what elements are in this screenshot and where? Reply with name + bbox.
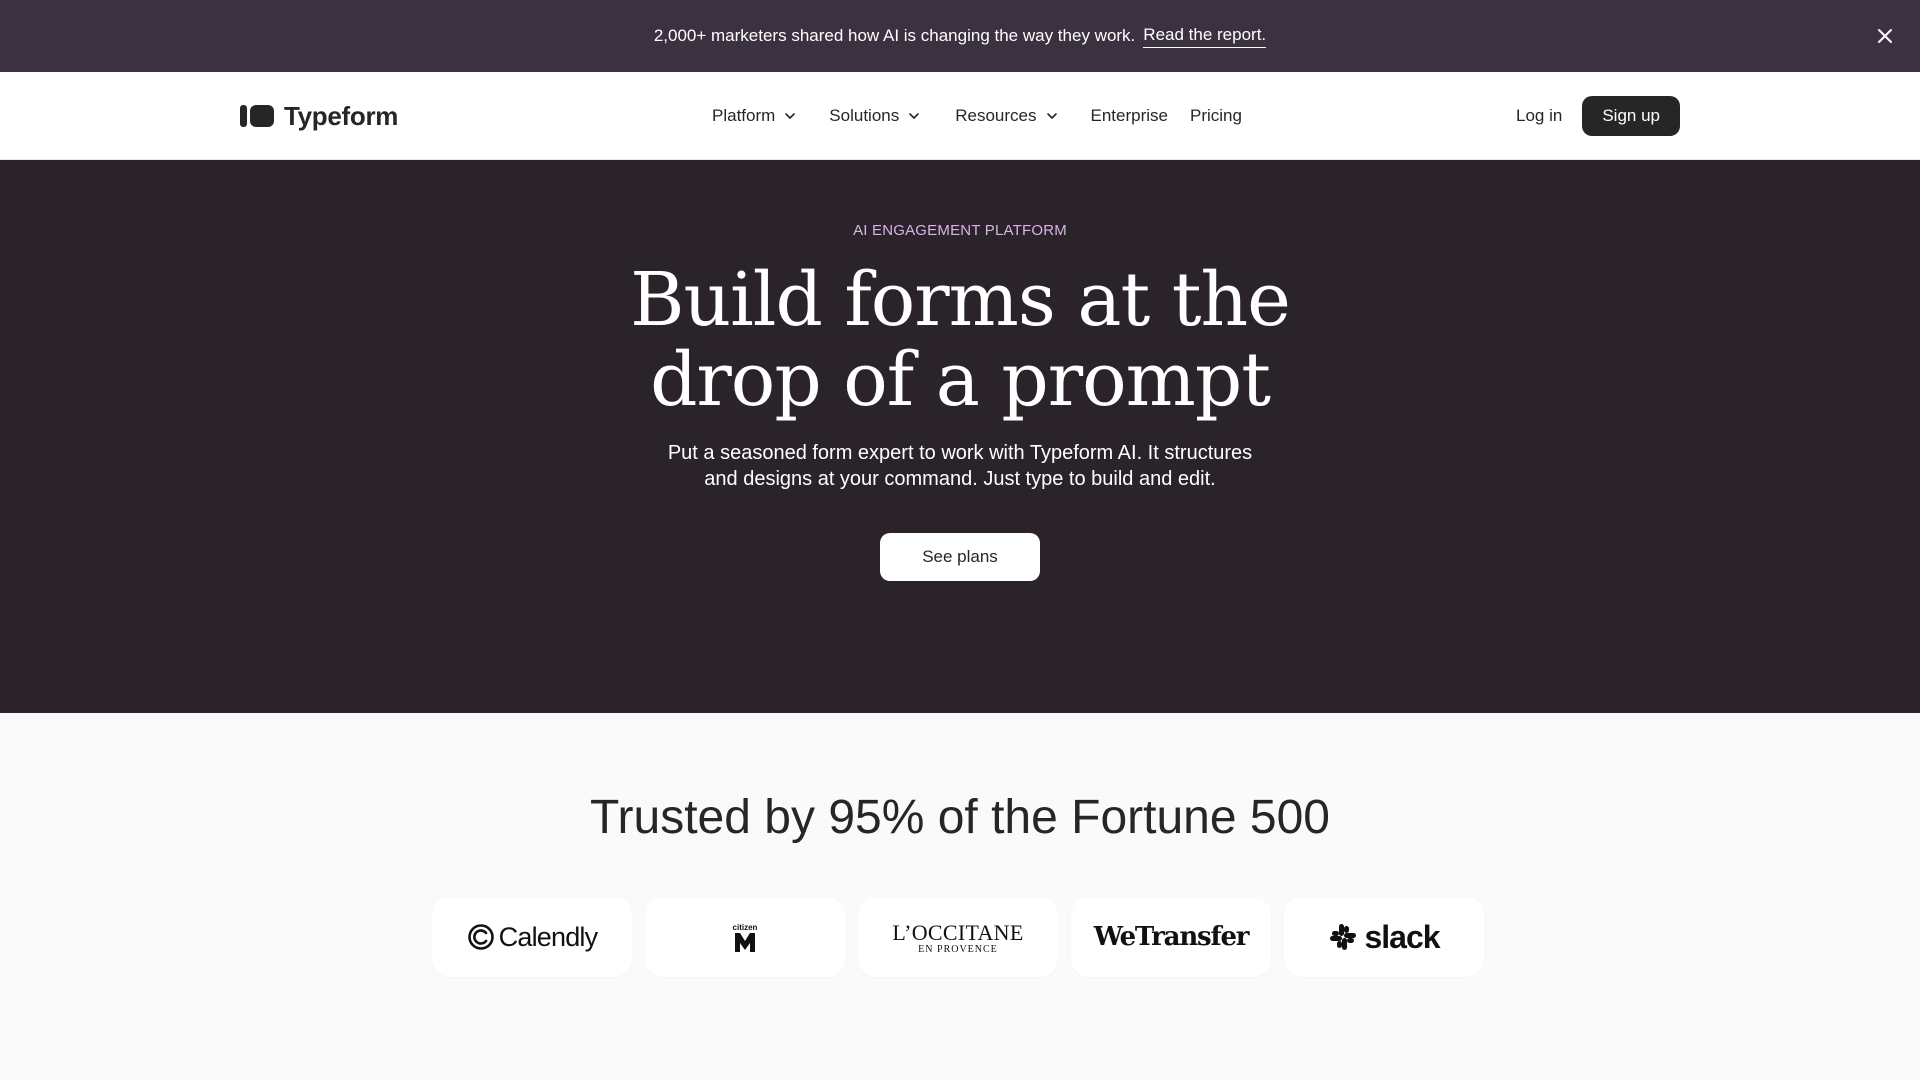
nav-pricing[interactable]: Pricing bbox=[1178, 96, 1254, 136]
navbar: Typeform Platform Solutions Resources En… bbox=[0, 72, 1920, 160]
citizenm-logo: citizen bbox=[729, 921, 761, 953]
typeform-logo-icon bbox=[240, 105, 274, 127]
trusted-title: Trusted by 95% of the Fortune 500 bbox=[590, 791, 1330, 844]
nav-resources[interactable]: Resources bbox=[943, 96, 1070, 136]
nav-solutions-label: Solutions bbox=[829, 106, 900, 125]
customer-logos: Calendly citizen L’OCCITANE EN PROVENCE … bbox=[432, 897, 1484, 977]
announcement-text: 2,000+ marketers shared how AI is changi… bbox=[653, 26, 1136, 45]
close-announcement-button[interactable] bbox=[1872, 23, 1898, 49]
slack-logo: slack bbox=[1328, 918, 1441, 956]
logo-card-wetransfer: WeTransfer bbox=[1071, 897, 1271, 977]
calendly-logo: Calendly bbox=[467, 922, 598, 953]
close-icon bbox=[1878, 29, 1892, 43]
brand-name: Typeform bbox=[284, 100, 399, 131]
citizenm-icon: citizen bbox=[733, 923, 758, 952]
slack-name: slack bbox=[1364, 918, 1440, 955]
logo-card-calendly: Calendly bbox=[432, 897, 632, 977]
signup-button[interactable]: Sign up bbox=[1582, 96, 1680, 136]
chevron-down-icon bbox=[785, 113, 796, 119]
slack-icon bbox=[1330, 924, 1357, 950]
hero-title-line2: drop of a prompt bbox=[650, 337, 1271, 423]
nav-pricing-label: Pricing bbox=[1189, 106, 1242, 125]
logo-card-loccitane: L’OCCITANE EN PROVENCE bbox=[858, 897, 1058, 977]
nav-solutions[interactable]: Solutions bbox=[817, 96, 933, 136]
nav-platform-label: Platform bbox=[712, 106, 776, 125]
announcement-bar: 2,000+ marketers shared how AI is changi… bbox=[0, 0, 1920, 72]
auth-actions: Log in Sign up bbox=[1516, 72, 1680, 160]
hero-subtitle-line1: Put a seasoned form expert to work with … bbox=[667, 442, 1253, 464]
typeform-logo[interactable]: Typeform bbox=[240, 100, 398, 132]
svg-text:citizen: citizen bbox=[733, 923, 758, 932]
hero-title: Build forms at the drop of a prompt bbox=[0, 260, 1920, 420]
loccitane-logo: L’OCCITANE EN PROVENCE bbox=[892, 919, 1024, 955]
login-link[interactable]: Log in bbox=[1516, 106, 1562, 126]
nav-enterprise[interactable]: Enterprise bbox=[1079, 96, 1180, 136]
chevron-down-icon bbox=[1046, 113, 1057, 119]
nav-resources-label: Resources bbox=[955, 106, 1037, 125]
read-report-link[interactable]: Read the report. bbox=[1143, 25, 1267, 48]
main-nav: Platform Solutions Resources Enterprise … bbox=[700, 72, 1254, 160]
logo-card-slack: slack bbox=[1284, 897, 1484, 977]
see-plans-button[interactable]: See plans bbox=[880, 533, 1040, 581]
hero-subtitle: Put a seasoned form expert to work with … bbox=[560, 440, 1360, 492]
hero-subtitle-line2: and designs at your command. Just type t… bbox=[704, 468, 1216, 490]
nav-platform[interactable]: Platform bbox=[700, 96, 809, 136]
chevron-down-icon bbox=[909, 113, 920, 119]
hero-section: AI ENGAGEMENT PLATFORM Build forms at th… bbox=[0, 160, 1920, 713]
wetransfer-logo: WeTransfer bbox=[1093, 922, 1250, 952]
hero-title-line1: Build forms at the bbox=[630, 257, 1291, 343]
hero-eyebrow: AI ENGAGEMENT PLATFORM bbox=[853, 222, 1067, 239]
logo-card-citizenm: citizen bbox=[645, 897, 845, 977]
calendly-icon bbox=[467, 924, 494, 950]
nav-enterprise-label: Enterprise bbox=[1090, 106, 1168, 125]
calendly-name: Calendly bbox=[498, 921, 598, 952]
